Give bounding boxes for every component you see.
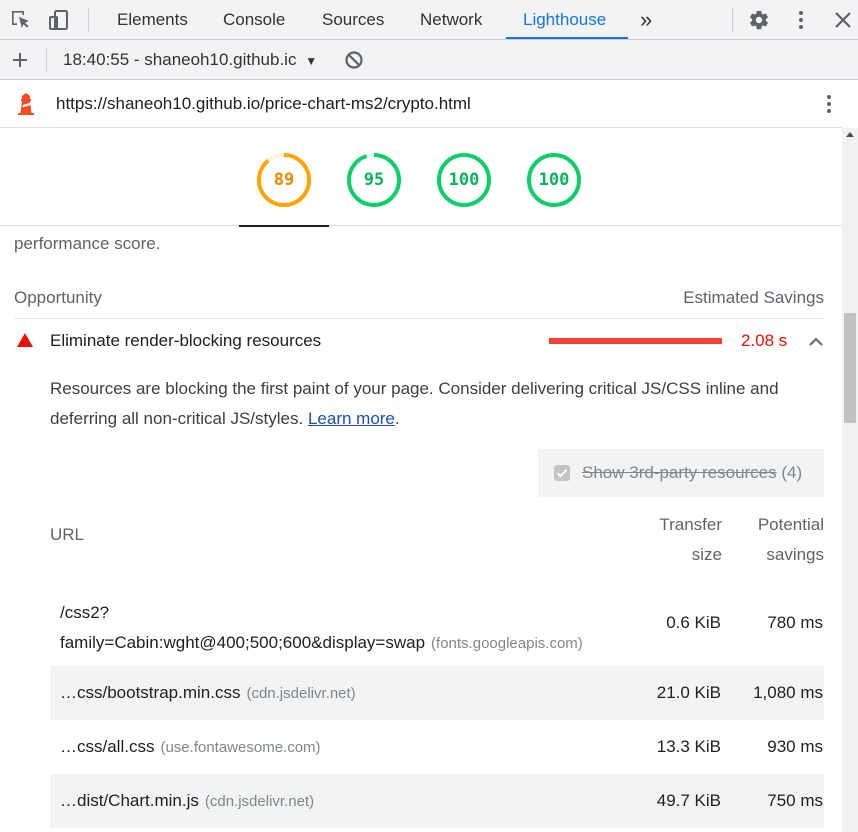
table-row: /css2? family=Cabin:wght@400;500;600&dis… (50, 592, 824, 666)
close-icon[interactable] (832, 9, 854, 31)
potential-savings: 930 ms (767, 737, 823, 756)
resource-url[interactable]: /css2? family=Cabin:wght@400;500;600&dis… (60, 598, 583, 659)
resource-url[interactable]: …css/bootstrap.min.css (cdn.jsdelivr.net) (60, 666, 356, 721)
table-header-url: URL (50, 525, 85, 544)
potential-savings: 750 ms (767, 791, 823, 810)
devtools-tabbar: Elements Console Sources Network Lightho… (0, 0, 858, 40)
settings-gear-icon[interactable] (748, 9, 770, 31)
transfer-size: 0.6 KiB (666, 613, 721, 632)
more-vert-icon[interactable] (818, 93, 840, 120)
tabbar-separator (732, 8, 733, 32)
resource-host: (cdn.jsdelivr.net) (204, 793, 315, 810)
report-toolbar: 18:40:55 - shaneoh10.github.ic ▼ (0, 40, 858, 80)
scrollbar-thumb[interactable] (844, 313, 856, 423)
report-select-value: 18:40:55 - shaneoh10.github.ic (63, 50, 297, 69)
url-text: …css/bootstrap.min.css (60, 683, 241, 702)
table-header-transfer-size: Transfer size (640, 510, 722, 570)
device-toolbar-icon[interactable] (48, 9, 70, 31)
url-text: …dist/Chart.min.js (60, 791, 199, 810)
description-period: . (394, 409, 400, 428)
performance-score-text: performance score. (14, 234, 161, 253)
potential-savings: 1,080 ms (753, 683, 823, 702)
resource-url[interactable]: …dist/Chart.min.js (cdn.jsdelivr.net) (60, 774, 314, 829)
scrollbar-track[interactable] (842, 128, 858, 832)
audit-description: Resources are blocking the first paint o… (50, 374, 820, 434)
header-line: Potential (757, 515, 824, 534)
reportbar-separator (46, 48, 47, 72)
header-line: savings (766, 545, 824, 564)
score-gauge-best-practices[interactable]: 100 (436, 152, 492, 208)
resource-host: (fonts.googleapis.com) (431, 635, 583, 652)
inspect-element-icon[interactable] (10, 9, 32, 31)
active-tab-indicator (506, 37, 628, 39)
score-gauge-accessibility[interactable]: 95 (346, 152, 402, 208)
potential-savings: 780 ms (767, 613, 823, 632)
url-text: …css/all.css (60, 737, 155, 756)
resource-url[interactable]: …css/all.css (use.fontawesome.com) (60, 720, 321, 775)
lighthouse-logo-icon (15, 92, 37, 121)
audit-savings-value: 2.08 s (741, 331, 788, 350)
url-line-with-host: family=Cabin:wght@400;500;600&display=sw… (60, 628, 583, 659)
score-value: 100 (538, 170, 570, 190)
tab-lighthouse[interactable]: Lighthouse (523, 0, 606, 40)
learn-more-link[interactable]: Learn more (308, 409, 395, 428)
report-select[interactable]: 18:40:55 - shaneoh10.github.ic ▼ (63, 40, 317, 80)
table-header-potential-savings: Potential savings (735, 510, 824, 570)
scroll-up-arrow[interactable] (846, 132, 854, 137)
more-tabs-button[interactable]: » (640, 0, 652, 40)
header-line: Transfer (659, 515, 722, 534)
opportunity-header: Opportunity (14, 288, 102, 307)
tab-console[interactable]: Console (223, 0, 285, 40)
clear-icon[interactable] (343, 49, 365, 71)
transfer-size: 13.3 KiB (656, 737, 721, 756)
tabbar-separator (88, 8, 89, 32)
tab-network[interactable]: Network (420, 0, 482, 40)
tab-sources[interactable]: Sources (322, 0, 384, 40)
score-gauge-performance[interactable]: 89 (256, 152, 312, 208)
third-party-filter[interactable]: Show 3rd-party resources (4) (538, 449, 824, 497)
report-content: performance score. Opportunity Estimated… (0, 226, 842, 832)
table-row: …dist/Chart.min.js (cdn.jsdelivr.net) 49.… (50, 774, 824, 828)
estimated-savings-header: Estimated Savings (683, 288, 824, 307)
transfer-size: 21.0 KiB (656, 683, 721, 702)
header-line: size (691, 545, 722, 564)
audit-title: Eliminate render-blocking resources (50, 331, 322, 350)
url-line: /css2? (60, 603, 110, 622)
resource-host: (use.fontawesome.com) (160, 739, 321, 756)
checkbox-icon[interactable] (554, 465, 570, 481)
report-url[interactable]: https://shaneoh10.github.io/price-chart-… (56, 80, 471, 128)
audit-description-text: Resources are blocking the first paint o… (50, 379, 779, 428)
url-line: family=Cabin:wght@400;500;600&display=sw… (60, 633, 426, 652)
score-gauges: 89 95 100 100 (0, 128, 842, 227)
table-row: …css/all.css (use.fontawesome.com) 13.3 K… (50, 720, 824, 774)
chevron-up-icon[interactable] (808, 335, 824, 353)
third-party-label: Show 3rd-party resources (4) (582, 449, 802, 497)
score-value: 95 (363, 170, 385, 190)
third-party-count: (4) (781, 463, 803, 482)
score-gauge-seo[interactable]: 100 (526, 152, 582, 208)
resource-host: (cdn.jsdelivr.net) (246, 685, 356, 702)
transfer-size: 49.7 KiB (656, 791, 721, 810)
plus-icon[interactable] (9, 49, 31, 71)
table-row: …css/bootstrap.min.css (cdn.jsdelivr.net)… (50, 666, 824, 720)
fail-triangle-icon (17, 333, 33, 347)
dropdown-arrow-icon: ▼ (305, 54, 318, 68)
tab-elements[interactable]: Elements (117, 0, 188, 40)
report-url-bar: https://shaneoh10.github.io/price-chart-… (0, 80, 842, 128)
score-value: 100 (448, 170, 480, 190)
savings-bar (549, 338, 722, 344)
audit-render-blocking[interactable]: Eliminate render-blocking resources 2.08… (14, 319, 824, 363)
score-value: 89 (273, 170, 295, 190)
more-vert-icon[interactable] (790, 9, 812, 31)
third-party-label-text: Show 3rd-party resources (582, 463, 777, 482)
